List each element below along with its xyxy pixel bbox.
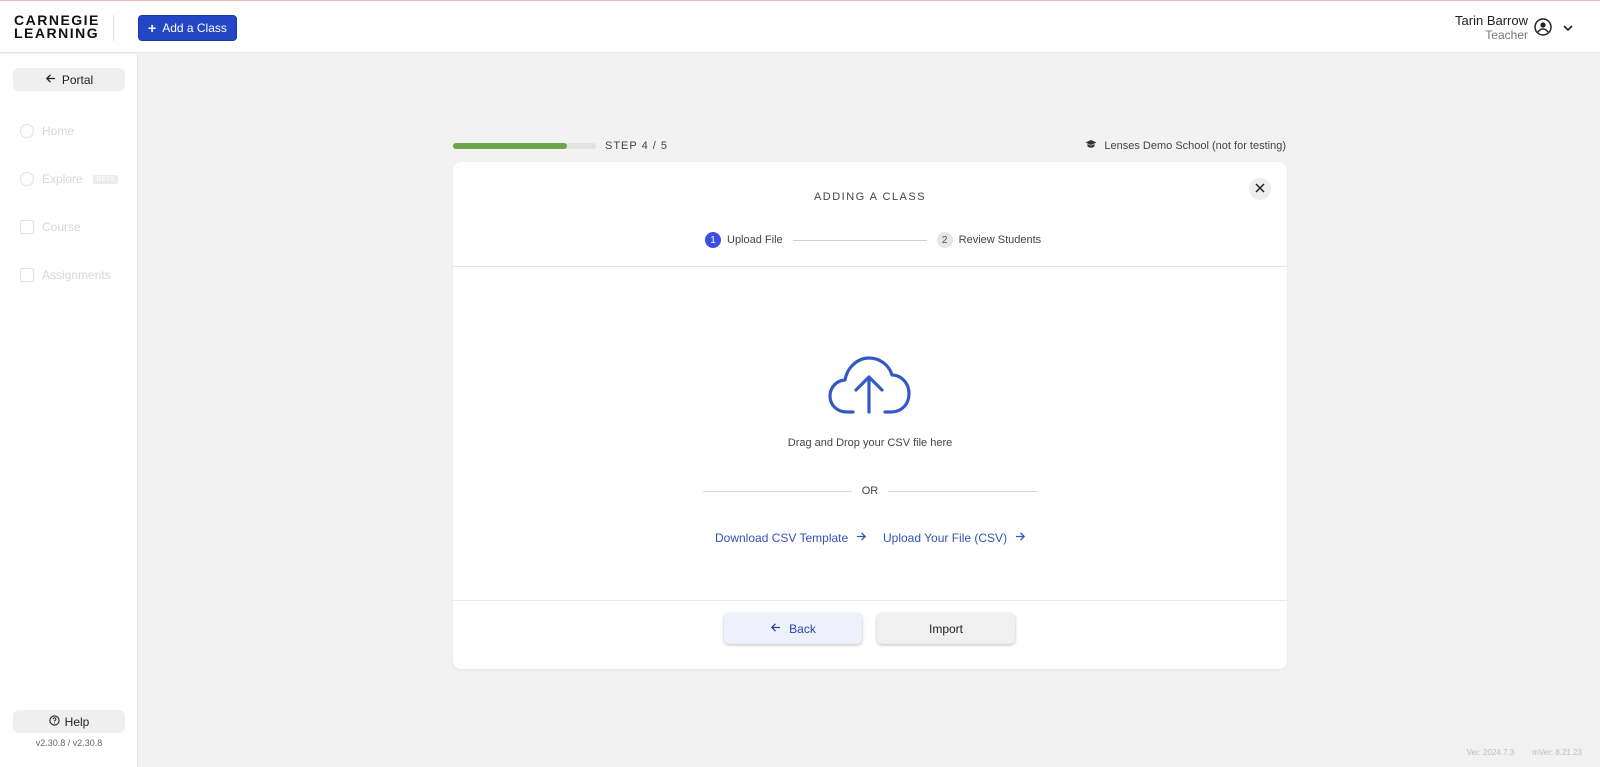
school-label: Lenses Demo School (not for testing) <box>1085 139 1286 152</box>
stepper-connector <box>792 239 927 241</box>
portal-label: Portal <box>61 72 94 87</box>
ver-text: Ver: 2024.7.3 <box>1466 748 1515 757</box>
dialog-footer-divider <box>453 600 1287 601</box>
school-name: Lenses Demo School (not for testing) <box>1104 139 1286 152</box>
help-button[interactable]: Help <box>13 710 125 733</box>
upload-stepper: 1 Upload File 2 Review Students <box>705 232 1041 248</box>
arrow-left-icon <box>770 622 781 636</box>
import-label: Import <box>928 621 963 636</box>
sidebar-item-label: Assignments <box>42 268 111 282</box>
portal-button[interactable]: Portal <box>13 68 125 91</box>
upload-file-link[interactable]: Upload Your File (CSV) <box>883 531 1026 545</box>
arrow-right-icon <box>856 531 867 545</box>
back-button[interactable]: Back <box>724 613 862 644</box>
dialog-title: ADDING A CLASS <box>813 191 927 203</box>
sidebar-item-label: Home <box>42 124 75 138</box>
mver-text: mVer: 8.21.23 <box>1532 748 1582 757</box>
cloud-upload-icon[interactable] <box>827 352 913 421</box>
or-line-left <box>703 490 852 492</box>
sidebar-item-course[interactable]: Course <box>20 220 81 234</box>
sidebar-item-explore[interactable]: Explore BETA <box>20 172 119 186</box>
plus-icon: + <box>148 20 157 36</box>
import-button[interactable]: Import <box>877 613 1015 644</box>
add-class-label: Add a Class <box>162 21 227 35</box>
sidebar-item-label: Course <box>42 220 81 234</box>
header-divider <box>113 15 114 41</box>
user-name: Tarin Barrow <box>1455 13 1528 28</box>
user-role: Teacher <box>1485 28 1528 42</box>
chevron-down-icon[interactable] <box>1562 21 1574 39</box>
wizard-progress-bar <box>453 143 596 149</box>
graduation-cap-icon <box>1085 139 1097 152</box>
close-button[interactable] <box>1249 178 1271 200</box>
add-class-button[interactable]: + Add a Class <box>138 15 237 41</box>
search-icon <box>20 172 34 186</box>
or-line-right <box>888 490 1037 492</box>
step-indicator: STEP 4 / 5 <box>605 140 668 152</box>
wizard-progress-fill <box>453 143 568 149</box>
or-divider: OR <box>703 485 1037 497</box>
upload-link-label: Upload Your File (CSV) <box>883 531 1008 545</box>
step-1-number: 1 <box>705 232 721 248</box>
sidebar-item-assignments[interactable]: Assignments <box>20 268 111 282</box>
add-class-dialog: ADDING A CLASS 1 Upload File 2 Review St… <box>453 162 1287 669</box>
back-label: Back <box>789 621 816 636</box>
step-1-label: Upload File <box>727 234 783 246</box>
app-version: v2.30.8 / v2.30.8 <box>35 738 103 748</box>
arrow-right-icon <box>1015 531 1026 545</box>
help-circle-icon <box>49 714 60 729</box>
drop-zone-text: Drag and Drop your CSV file here <box>787 437 953 449</box>
logo-line-2: LEARNING <box>14 25 100 41</box>
step-2-number: 2 <box>936 232 953 248</box>
download-link-label: Download CSV Template <box>715 531 849 545</box>
account-circle-icon[interactable] <box>1534 18 1552 41</box>
or-label: OR <box>861 485 879 497</box>
arrow-left-icon <box>45 73 56 87</box>
carnegie-learning-logo[interactable]: CARNEGIE LEARNING <box>14 13 100 41</box>
version-footer: Ver: 2024.7.3 mVer: 8.21.23 <box>1467 748 1582 757</box>
sidebar-item-label: Explore <box>42 172 83 186</box>
user-info[interactable]: Tarin Barrow Teacher <box>1455 13 1528 42</box>
home-icon <box>20 124 34 138</box>
close-icon <box>1255 180 1265 198</box>
dialog-header: ADDING A CLASS 1 Upload File 2 Review St… <box>453 162 1287 267</box>
download-csv-template-link[interactable]: Download CSV Template <box>715 531 867 545</box>
step-2-label: Review Students <box>958 234 1042 246</box>
help-label: Help <box>64 714 90 729</box>
sidebar: Portal Home Explore BETA Course Assignme… <box>0 54 138 767</box>
beta-badge: BETA <box>92 174 119 184</box>
top-bar: CARNEGIE LEARNING + Add a Class Tarin Ba… <box>0 0 1600 53</box>
sidebar-item-home[interactable]: Home <box>20 124 74 138</box>
course-icon <box>20 220 34 234</box>
assignments-icon <box>20 268 34 282</box>
